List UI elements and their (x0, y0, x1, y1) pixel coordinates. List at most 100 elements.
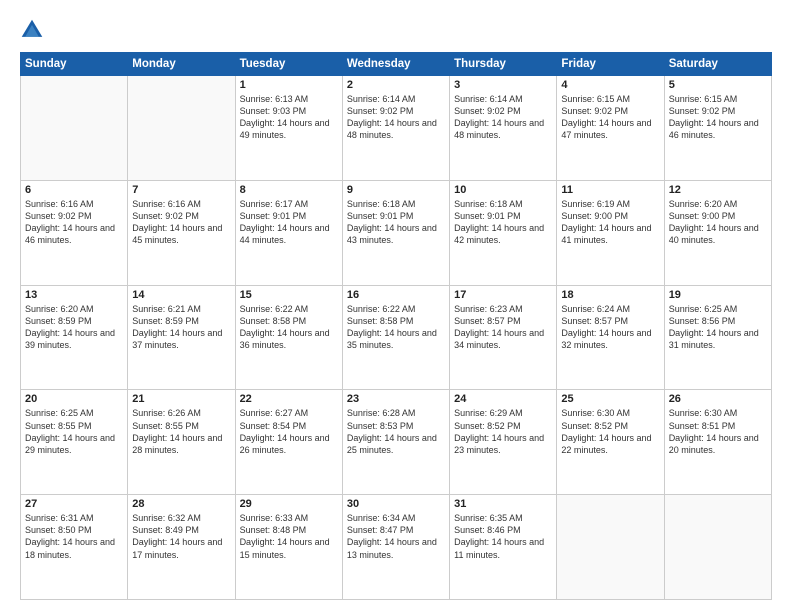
calendar-cell: 21 Sunrise: 6:26 AMSunset: 8:55 PMDayligh… (128, 390, 235, 495)
day-of-week-sunday: Sunday (21, 53, 128, 76)
calendar-cell: 23 Sunrise: 6:28 AMSunset: 8:53 PMDayligh… (342, 390, 449, 495)
cell-info: Sunrise: 6:16 AMSunset: 9:02 PMDaylight:… (132, 198, 230, 247)
day-number: 18 (561, 289, 659, 301)
calendar-cell: 12Sunrise: 6:20 AMSunset: 9:00 PMDayligh… (664, 180, 771, 285)
calendar-cell: 19 Sunrise: 6:25 AMSunset: 8:56 PMDayligh… (664, 285, 771, 390)
calendar-week-4: 27 Sunrise: 6:31 AMSunset: 8:50 PMDayligh… (21, 495, 772, 600)
day-of-week-friday: Friday (557, 53, 664, 76)
calendar-cell: 3 Sunrise: 6:14 AMSunset: 9:02 PMDaylight… (450, 76, 557, 181)
calendar-cell: 4 Sunrise: 6:15 AMSunset: 9:02 PMDaylight… (557, 76, 664, 181)
cell-info: Sunrise: 6:20 AMSunset: 8:59 PMDaylight:… (25, 303, 123, 352)
calendar-cell (557, 495, 664, 600)
day-number: 9 (347, 184, 445, 196)
cell-info: Sunrise: 6:18 AMSunset: 9:01 PMDaylight:… (454, 198, 552, 247)
calendar-cell: 31Sunrise: 6:35 AMSunset: 8:46 PMDayligh… (450, 495, 557, 600)
cell-info: Sunrise: 6:22 AMSunset: 8:58 PMDaylight:… (347, 303, 445, 352)
calendar-cell: 1 Sunrise: 6:13 AMSunset: 9:03 PMDaylight… (235, 76, 342, 181)
cell-info: Sunrise: 6:31 AMSunset: 8:50 PMDaylight:… (25, 512, 123, 561)
cell-info: Sunrise: 6:29 AMSunset: 8:52 PMDaylight:… (454, 407, 552, 456)
day-number: 3 (454, 79, 552, 91)
calendar-cell: 26 Sunrise: 6:30 AMSunset: 8:51 PMDayligh… (664, 390, 771, 495)
day-number: 25 (561, 393, 659, 405)
cell-info: Sunrise: 6:13 AMSunset: 9:03 PMDaylight:… (240, 93, 338, 142)
logo (20, 18, 48, 42)
day-number: 21 (132, 393, 230, 405)
calendar-cell: 8Sunrise: 6:17 AMSunset: 9:01 PMDaylight… (235, 180, 342, 285)
day-number: 27 (25, 498, 123, 510)
cell-info: Sunrise: 6:25 AMSunset: 8:56 PMDaylight:… (669, 303, 767, 352)
day-number: 16 (347, 289, 445, 301)
logo-icon (20, 18, 44, 42)
day-number: 5 (669, 79, 767, 91)
day-number: 31 (454, 498, 552, 510)
calendar-cell: 22 Sunrise: 6:27 AMSunset: 8:54 PMDayligh… (235, 390, 342, 495)
cell-info: Sunrise: 6:17 AMSunset: 9:01 PMDaylight:… (240, 198, 338, 247)
day-number: 28 (132, 498, 230, 510)
day-number: 23 (347, 393, 445, 405)
day-of-week-monday: Monday (128, 53, 235, 76)
calendar-cell: 11 Sunrise: 6:19 AMSunset: 9:00 PMDayligh… (557, 180, 664, 285)
cell-info: Sunrise: 6:22 AMSunset: 8:58 PMDaylight:… (240, 303, 338, 352)
calendar-cell: 25Sunrise: 6:30 AMSunset: 8:52 PMDayligh… (557, 390, 664, 495)
calendar-cell: 30 Sunrise: 6:34 AMSunset: 8:47 PMDayligh… (342, 495, 449, 600)
calendar-cell: 5Sunrise: 6:15 AMSunset: 9:02 PMDaylight… (664, 76, 771, 181)
calendar-cell: 2 Sunrise: 6:14 AMSunset: 9:02 PMDaylight… (342, 76, 449, 181)
cell-info: Sunrise: 6:16 AMSunset: 9:02 PMDaylight:… (25, 198, 123, 247)
day-number: 13 (25, 289, 123, 301)
day-number: 30 (347, 498, 445, 510)
cell-info: Sunrise: 6:27 AMSunset: 8:54 PMDaylight:… (240, 407, 338, 456)
calendar-cell (21, 76, 128, 181)
cell-info: Sunrise: 6:19 AMSunset: 9:00 PMDaylight:… (561, 198, 659, 247)
day-number: 14 (132, 289, 230, 301)
day-number: 20 (25, 393, 123, 405)
calendar-cell: 24 Sunrise: 6:29 AMSunset: 8:52 PMDayligh… (450, 390, 557, 495)
calendar-cell: 29 Sunrise: 6:33 AMSunset: 8:48 PMDayligh… (235, 495, 342, 600)
day-number: 6 (25, 184, 123, 196)
calendar-cell: 7Sunrise: 6:16 AMSunset: 9:02 PMDaylight… (128, 180, 235, 285)
day-number: 4 (561, 79, 659, 91)
cell-info: Sunrise: 6:15 AMSunset: 9:02 PMDaylight:… (561, 93, 659, 142)
day-of-week-saturday: Saturday (664, 53, 771, 76)
day-number: 29 (240, 498, 338, 510)
calendar-cell: 20 Sunrise: 6:25 AMSunset: 8:55 PMDayligh… (21, 390, 128, 495)
calendar-cell: 15Sunrise: 6:22 AMSunset: 8:58 PMDayligh… (235, 285, 342, 390)
day-number: 17 (454, 289, 552, 301)
header (20, 18, 772, 42)
calendar-cell: 18 Sunrise: 6:24 AMSunset: 8:57 PMDayligh… (557, 285, 664, 390)
calendar-week-3: 20 Sunrise: 6:25 AMSunset: 8:55 PMDayligh… (21, 390, 772, 495)
calendar-cell: 16 Sunrise: 6:22 AMSunset: 8:58 PMDayligh… (342, 285, 449, 390)
day-of-week-tuesday: Tuesday (235, 53, 342, 76)
day-number: 12 (669, 184, 767, 196)
cell-info: Sunrise: 6:33 AMSunset: 8:48 PMDaylight:… (240, 512, 338, 561)
cell-info: Sunrise: 6:25 AMSunset: 8:55 PMDaylight:… (25, 407, 123, 456)
day-number: 24 (454, 393, 552, 405)
calendar-cell: 28 Sunrise: 6:32 AMSunset: 8:49 PMDayligh… (128, 495, 235, 600)
cell-info: Sunrise: 6:21 AMSunset: 8:59 PMDaylight:… (132, 303, 230, 352)
calendar-cell: 9Sunrise: 6:18 AMSunset: 9:01 PMDaylight… (342, 180, 449, 285)
cell-info: Sunrise: 6:14 AMSunset: 9:02 PMDaylight:… (454, 93, 552, 142)
day-number: 22 (240, 393, 338, 405)
day-number: 10 (454, 184, 552, 196)
day-number: 11 (561, 184, 659, 196)
day-of-week-thursday: Thursday (450, 53, 557, 76)
cell-info: Sunrise: 6:34 AMSunset: 8:47 PMDaylight:… (347, 512, 445, 561)
day-number: 2 (347, 79, 445, 91)
cell-info: Sunrise: 6:26 AMSunset: 8:55 PMDaylight:… (132, 407, 230, 456)
calendar-week-1: 6 Sunrise: 6:16 AMSunset: 9:02 PMDaylight… (21, 180, 772, 285)
calendar-cell: 14 Sunrise: 6:21 AMSunset: 8:59 PMDayligh… (128, 285, 235, 390)
cell-info: Sunrise: 6:28 AMSunset: 8:53 PMDaylight:… (347, 407, 445, 456)
cell-info: Sunrise: 6:30 AMSunset: 8:51 PMDaylight:… (669, 407, 767, 456)
calendar-cell: 13 Sunrise: 6:20 AMSunset: 8:59 PMDayligh… (21, 285, 128, 390)
cell-info: Sunrise: 6:14 AMSunset: 9:02 PMDaylight:… (347, 93, 445, 142)
cell-info: Sunrise: 6:24 AMSunset: 8:57 PMDaylight:… (561, 303, 659, 352)
calendar-header-row: SundayMondayTuesdayWednesdayThursdayFrid… (21, 53, 772, 76)
day-number: 1 (240, 79, 338, 91)
calendar-cell: 27 Sunrise: 6:31 AMSunset: 8:50 PMDayligh… (21, 495, 128, 600)
day-number: 26 (669, 393, 767, 405)
day-number: 19 (669, 289, 767, 301)
calendar-cell (128, 76, 235, 181)
calendar-cell: 17Sunrise: 6:23 AMSunset: 8:57 PMDayligh… (450, 285, 557, 390)
cell-info: Sunrise: 6:32 AMSunset: 8:49 PMDaylight:… (132, 512, 230, 561)
calendar-cell: 10 Sunrise: 6:18 AMSunset: 9:01 PMDayligh… (450, 180, 557, 285)
calendar-cell: 6 Sunrise: 6:16 AMSunset: 9:02 PMDaylight… (21, 180, 128, 285)
